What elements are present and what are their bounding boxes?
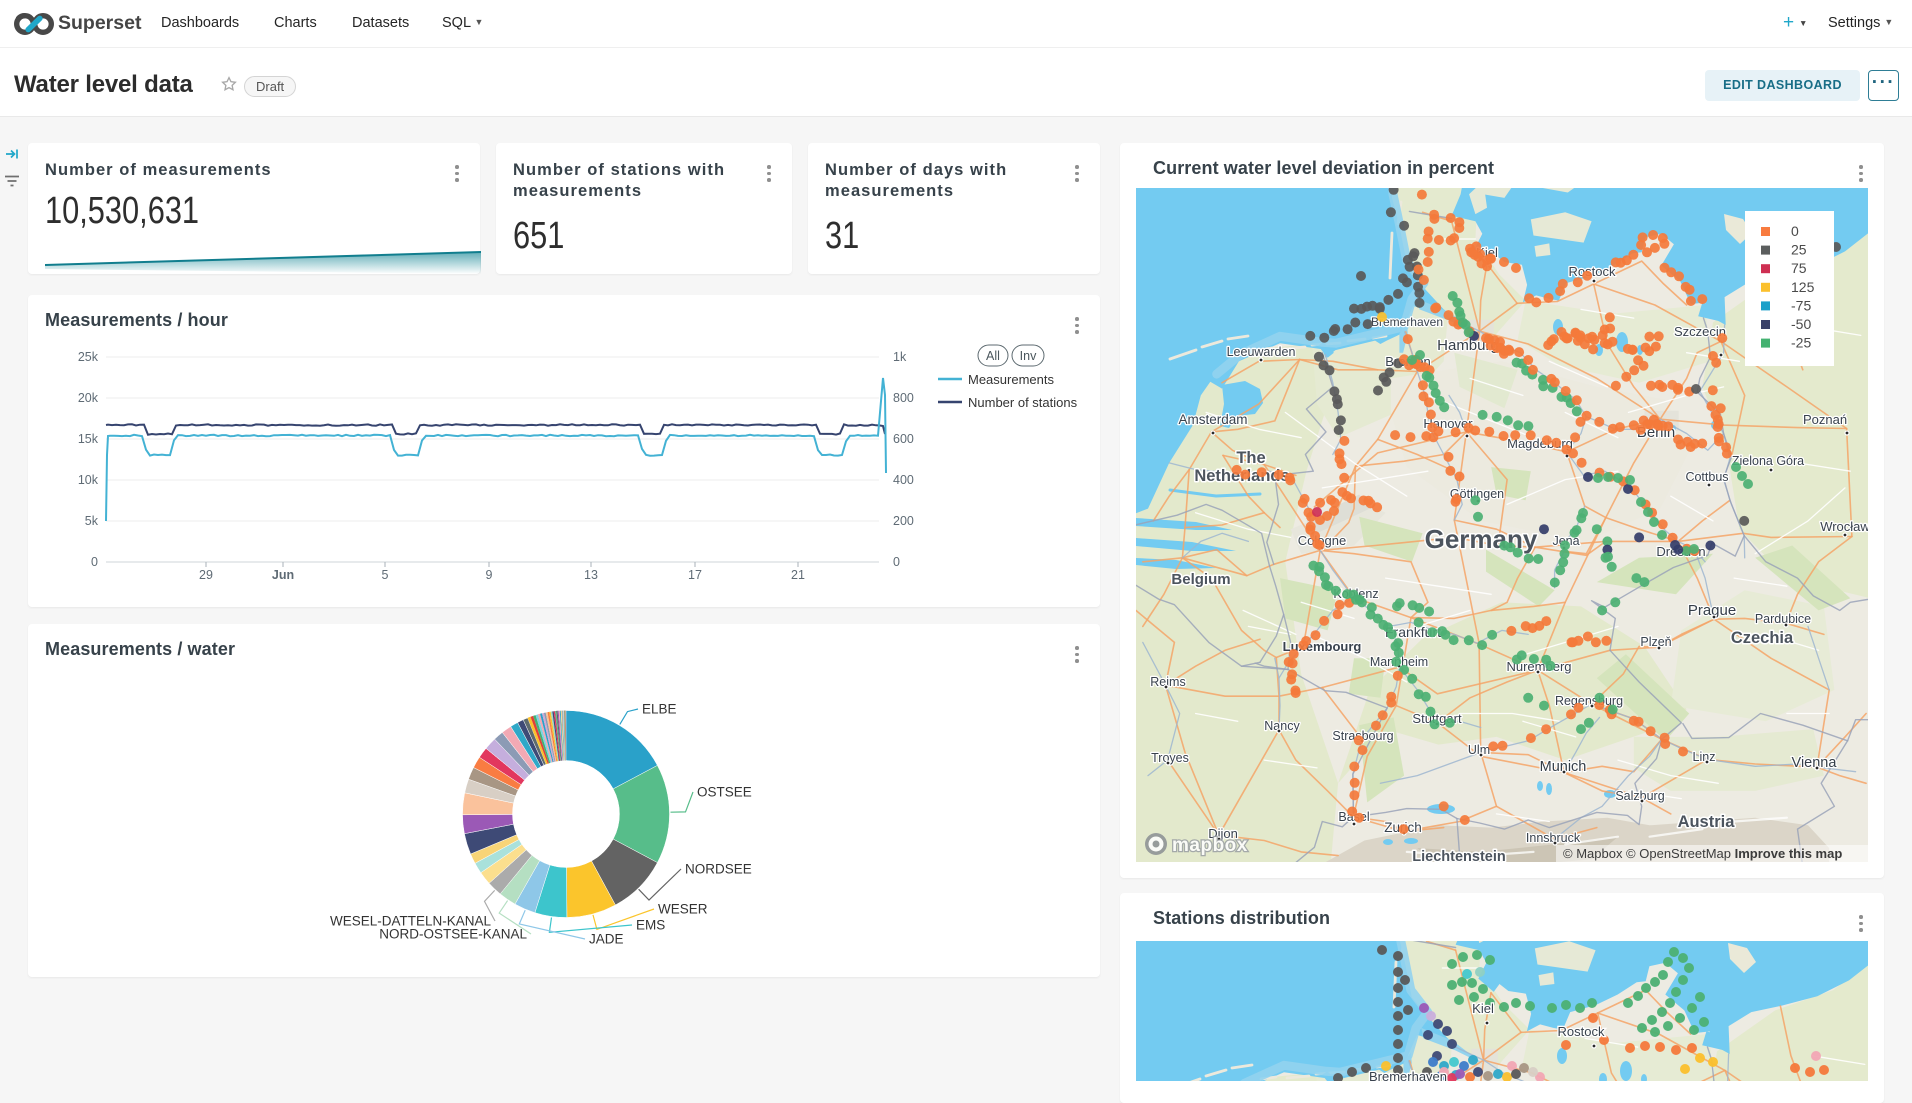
svg-text:21: 21 xyxy=(791,568,805,582)
svg-text:Vienna: Vienna xyxy=(1792,755,1838,771)
svg-text:800: 800 xyxy=(893,391,914,405)
svg-text:1k: 1k xyxy=(893,350,907,364)
svg-text:Czechia: Czechia xyxy=(1731,629,1794,647)
svg-text:13: 13 xyxy=(584,568,598,582)
svg-text:-50: -50 xyxy=(1791,316,1811,332)
svg-text:© Mapbox © OpenStreetMap Impro: © Mapbox © OpenStreetMap Improve this ma… xyxy=(1563,846,1842,861)
svg-text:10k: 10k xyxy=(78,473,99,487)
svg-text:Cottbus: Cottbus xyxy=(1685,470,1728,484)
svg-text:Belgium: Belgium xyxy=(1171,571,1230,588)
svg-text:NORDSEE: NORDSEE xyxy=(685,862,752,877)
svg-text:Jun: Jun xyxy=(272,568,294,582)
svg-text:0: 0 xyxy=(91,555,98,569)
svg-text:25k: 25k xyxy=(78,350,99,364)
svg-text:Rostock: Rostock xyxy=(1569,264,1616,279)
svg-text:Inv: Inv xyxy=(1020,349,1037,363)
svg-text:Zielona Góra: Zielona Góra xyxy=(1732,454,1804,468)
svg-text:Plzeň: Plzeň xyxy=(1640,635,1671,649)
svg-text:Liechtenstein: Liechtenstein xyxy=(1412,849,1505,862)
svg-text:Wrocław: Wrocław xyxy=(1820,519,1868,534)
svg-text:9: 9 xyxy=(486,568,493,582)
svg-text:OSTSEE: OSTSEE xyxy=(697,785,752,800)
svg-text:75: 75 xyxy=(1791,260,1807,276)
svg-text:Pardubice: Pardubice xyxy=(1755,612,1811,626)
svg-text:The: The xyxy=(1236,449,1265,467)
svg-text:Bremerhaven: Bremerhaven xyxy=(1369,1069,1447,1081)
svg-text:Austria: Austria xyxy=(1678,813,1736,831)
svg-text:mapbox: mapbox xyxy=(1172,835,1248,856)
svg-text:NORD-OSTSEE-KANAL: NORD-OSTSEE-KANAL xyxy=(379,927,527,942)
svg-text:Leeuwarden: Leeuwarden xyxy=(1227,345,1296,359)
svg-text:Measurements: Measurements xyxy=(968,372,1054,387)
svg-text:ELBE: ELBE xyxy=(642,702,677,717)
svg-text:5k: 5k xyxy=(85,514,99,528)
svg-text:-25: -25 xyxy=(1791,335,1811,351)
svg-text:600: 600 xyxy=(893,432,914,446)
svg-text:200: 200 xyxy=(893,514,914,528)
svg-text:5: 5 xyxy=(382,568,389,582)
svg-text:29: 29 xyxy=(199,568,213,582)
svg-text:Nancy: Nancy xyxy=(1264,719,1300,733)
svg-text:JADE: JADE xyxy=(589,932,624,947)
svg-text:15k: 15k xyxy=(78,432,99,446)
svg-text:400: 400 xyxy=(893,473,914,487)
svg-text:Rostock: Rostock xyxy=(1558,1024,1605,1039)
svg-text:Number of stations: Number of stations xyxy=(968,395,1078,410)
svg-text:20k: 20k xyxy=(78,391,99,405)
svg-text:0: 0 xyxy=(893,555,900,569)
svg-text:Kiel: Kiel xyxy=(1472,1001,1494,1016)
svg-text:EMS: EMS xyxy=(636,918,665,933)
svg-text:-75: -75 xyxy=(1791,297,1811,313)
svg-text:Linz: Linz xyxy=(1693,750,1716,764)
svg-text:Amsterdam: Amsterdam xyxy=(1178,412,1247,427)
svg-text:WESEL-DATTELN-KANAL: WESEL-DATTELN-KANAL xyxy=(330,914,492,929)
svg-text:25: 25 xyxy=(1791,242,1807,258)
svg-text:WESER: WESER xyxy=(658,902,708,917)
svg-text:All: All xyxy=(986,349,1000,363)
svg-text:125: 125 xyxy=(1791,279,1815,295)
svg-text:Poznań: Poznań xyxy=(1803,412,1847,427)
svg-text:0: 0 xyxy=(1791,223,1799,239)
svg-text:17: 17 xyxy=(688,568,702,582)
